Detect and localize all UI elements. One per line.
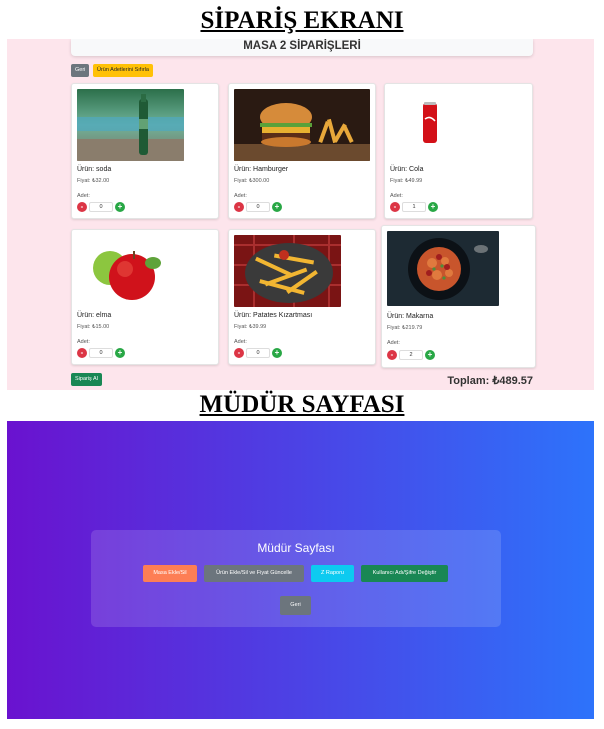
product-card-cola: Ürün: Cola Fiyat: ₺49.99 Adet: - 1 + (384, 83, 533, 219)
apple-image (77, 235, 167, 307)
qty-stepper: - 0 + (77, 202, 137, 213)
product-name: Ürün: elma (77, 312, 112, 319)
increase-button[interactable]: + (272, 202, 282, 212)
hamburger-image (234, 89, 370, 161)
fries-image (234, 235, 341, 307)
manager-panel: Müdür Sayfası Masa Ekle/Sil Ürün Ekle/Si… (91, 530, 501, 627)
product-price: Fiyat: ₺39.99 (234, 324, 267, 330)
qty-input[interactable]: 0 (246, 348, 270, 358)
qty-label: Adet: (77, 193, 90, 199)
qty-input[interactable]: 1 (402, 202, 426, 212)
product-price: Fiyat: ₺49.99 (390, 178, 423, 184)
product-card-patates: Ürün: Patates Kızartması Fiyat: ₺39.99 A… (228, 229, 376, 365)
qty-stepper: - 0 + (234, 348, 294, 359)
increase-button[interactable]: + (272, 348, 282, 358)
decrease-button[interactable]: - (387, 350, 397, 360)
qty-input[interactable]: 0 (89, 202, 113, 212)
pasta-image (387, 231, 499, 306)
decrease-button[interactable]: - (77, 348, 87, 358)
product-card-soda: Ürün: soda Fiyat: ₺32.00 Adet: - 0 + (71, 83, 219, 219)
qty-label: Adet: (234, 339, 247, 345)
qty-label: Adet: (390, 193, 403, 199)
increase-button[interactable]: + (115, 202, 125, 212)
place-order-button[interactable]: Sipariş Al (71, 373, 102, 386)
product-price: Fiyat: ₺219.79 (387, 325, 423, 331)
product-name: Ürün: Patates Kızartması (234, 312, 313, 319)
z-report-button[interactable]: Z Raporu (311, 565, 354, 582)
add-remove-table-button[interactable]: Masa Ekle/Sil (143, 565, 197, 582)
decrease-button[interactable]: - (234, 202, 244, 212)
qty-stepper: - 0 + (234, 202, 294, 213)
reset-quantities-button[interactable]: Ürün Adetlerini Sıfırla (93, 64, 153, 77)
qty-stepper: - 0 + (77, 348, 137, 359)
increase-button[interactable]: + (428, 202, 438, 212)
manager-screen-heading: MÜDÜR SAYFASI (199, 391, 405, 418)
increase-button[interactable]: + (425, 350, 435, 360)
decrease-button[interactable]: - (77, 202, 87, 212)
order-screen: MASA 2 SİPARİŞLERİ Geri Ürün Adetlerini … (7, 39, 594, 390)
manager-back-button[interactable]: Geri (280, 596, 311, 615)
manage-products-button[interactable]: Ürün Ekle/Sil ve Fiyat Güncelle (204, 565, 304, 582)
decrease-button[interactable]: - (390, 202, 400, 212)
qty-label: Adet: (77, 339, 90, 345)
qty-input[interactable]: 0 (246, 202, 270, 212)
order-total: Toplam: ₺489.57 (447, 375, 533, 387)
change-credentials-button[interactable]: Kullanıcı Adı/Şifre Değiştir (361, 565, 448, 582)
product-price: Fiyat: ₺15.00 (77, 324, 110, 330)
product-card-elma: Ürün: elma Fiyat: ₺15.00 Adet: - 0 + (71, 229, 219, 365)
increase-button[interactable]: + (115, 348, 125, 358)
qty-label: Adet: (234, 193, 247, 199)
decrease-button[interactable]: - (234, 348, 244, 358)
product-name: Ürün: Cola (390, 166, 424, 173)
order-screen-heading: SİPARİŞ EKRANI (200, 7, 404, 34)
product-name: Ürün: soda (77, 166, 112, 173)
product-price: Fiyat: ₺300.00 (234, 178, 270, 184)
product-name: Ürün: Makarna (387, 313, 434, 320)
back-button[interactable]: Geri (71, 64, 90, 77)
qty-stepper: - 1 + (390, 202, 450, 213)
qty-input[interactable]: 0 (89, 348, 113, 358)
soda-bottle-image (77, 89, 184, 161)
qty-label: Adet: (387, 340, 400, 346)
product-name: Ürün: Hamburger (234, 166, 289, 173)
product-card-hamburger: Ürün: Hamburger Fiyat: ₺300.00 Adet: - 0… (228, 83, 376, 219)
cola-can-image (390, 89, 470, 161)
product-card-makarna: Ürün: Makarna Fiyat: ₺219.79 Adet: - 2 + (381, 225, 536, 368)
product-price: Fiyat: ₺32.00 (77, 178, 110, 184)
qty-stepper: - 2 + (387, 350, 447, 361)
qty-input[interactable]: 2 (399, 350, 423, 360)
manager-screen: Müdür Sayfası Masa Ekle/Sil Ürün Ekle/Si… (7, 421, 594, 719)
manager-title: Müdür Sayfası (257, 541, 335, 555)
table-orders-title: MASA 2 SİPARİŞLERİ (71, 39, 533, 56)
